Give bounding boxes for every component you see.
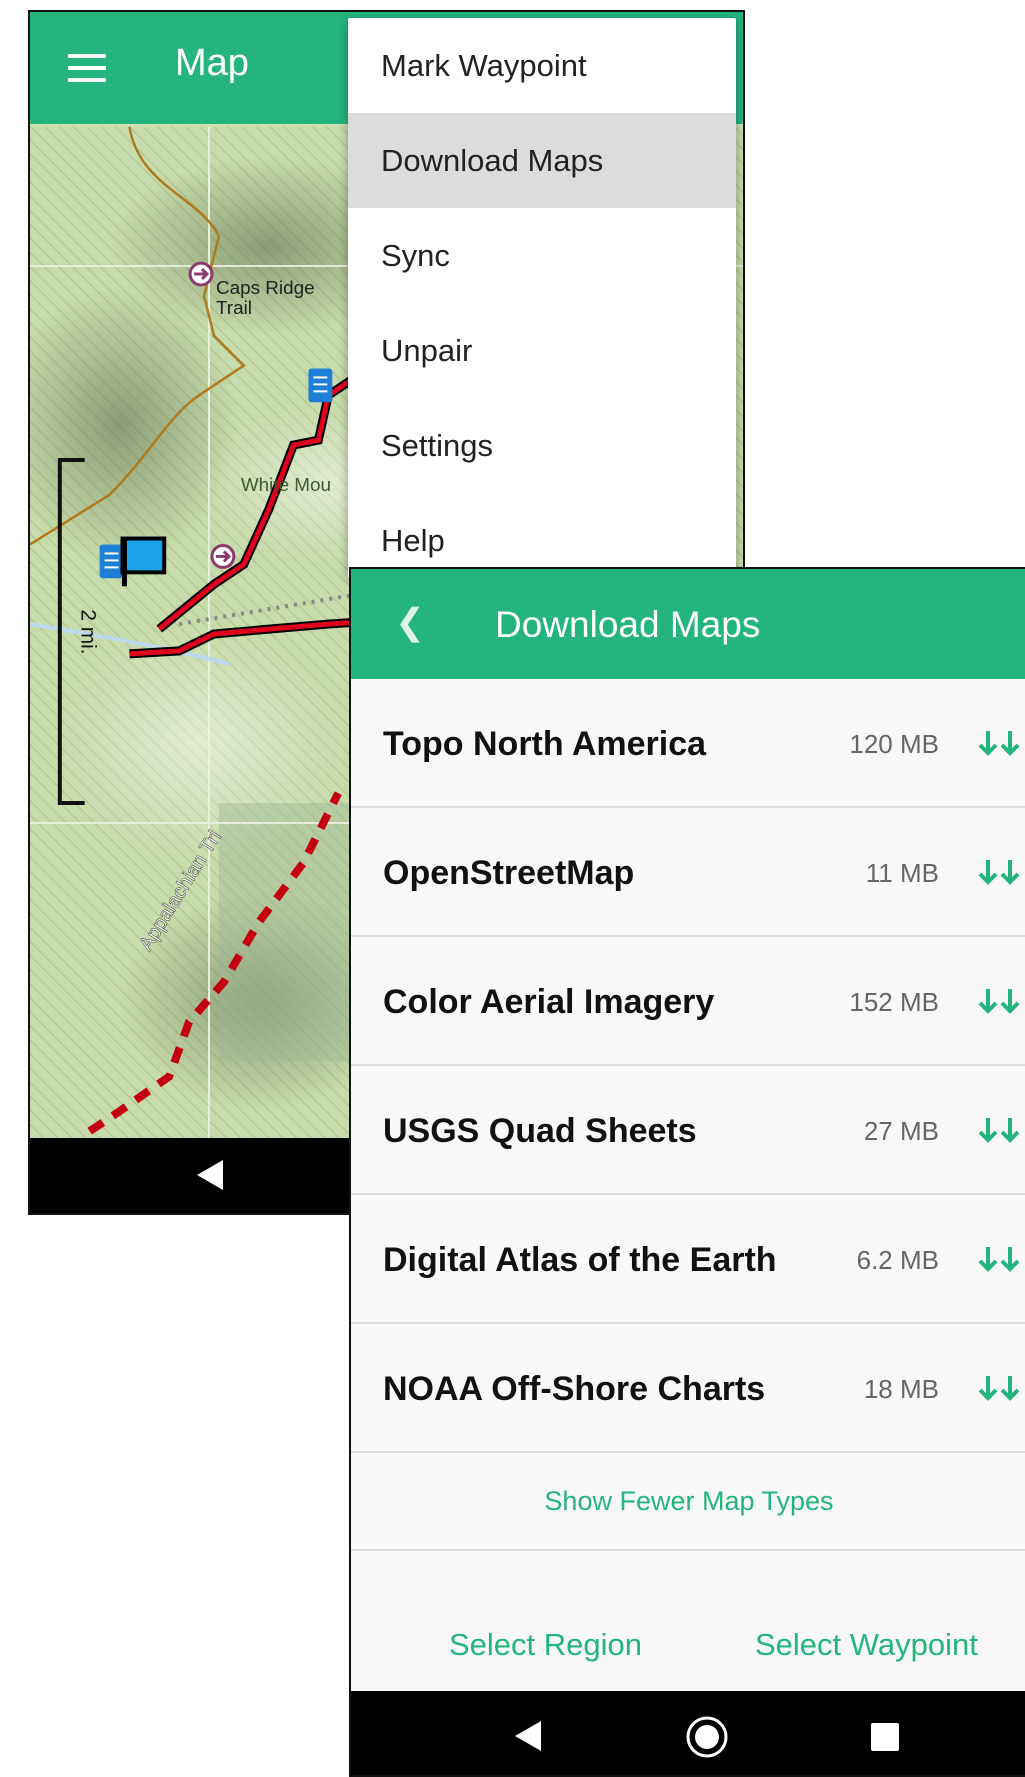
system-nav-bar bbox=[351, 1691, 1025, 1775]
map-type-list: Topo North America 120 MB OpenStreetMap … bbox=[351, 679, 1025, 1601]
map-label-white-mountain: White Mou bbox=[241, 475, 331, 496]
menu-item-help[interactable]: Help bbox=[348, 493, 736, 578]
map-type-size: 152 MB bbox=[849, 987, 939, 1017]
download-icon[interactable] bbox=[977, 1245, 1023, 1273]
trailhead-icon[interactable] bbox=[188, 261, 214, 287]
map-scale-label: 2 mi. bbox=[77, 609, 100, 654]
download-icon[interactable] bbox=[977, 729, 1023, 757]
download-icon[interactable] bbox=[977, 858, 1023, 886]
menu-item-download-maps[interactable]: Download Maps bbox=[348, 113, 736, 208]
download-app-bar: ❮ Download Maps bbox=[351, 569, 1025, 679]
map-type-row[interactable]: Digital Atlas of the Earth 6.2 MB bbox=[351, 1195, 1025, 1324]
menu-item-mark-waypoint[interactable]: Mark Waypoint bbox=[348, 18, 736, 113]
trailhead-icon[interactable] bbox=[210, 543, 236, 569]
note-marker-icon[interactable] bbox=[308, 368, 333, 403]
list-spacer bbox=[351, 1551, 1025, 1601]
map-type-row[interactable]: Topo North America 120 MB bbox=[351, 679, 1025, 808]
note-marker-icon[interactable] bbox=[99, 544, 124, 579]
bottom-action-bar: Select Region Select Waypoint bbox=[351, 1597, 1025, 1693]
map-type-row[interactable]: USGS Quad Sheets 27 MB bbox=[351, 1066, 1025, 1195]
hamburger-menu-icon[interactable] bbox=[68, 54, 106, 82]
map-type-size: 120 MB bbox=[849, 729, 939, 759]
map-type-size: 18 MB bbox=[863, 1374, 939, 1404]
map-title: Map bbox=[175, 42, 249, 84]
map-type-row[interactable]: NOAA Off-Shore Charts 18 MB bbox=[351, 1324, 1025, 1453]
map-type-row[interactable]: Color Aerial Imagery 152 MB bbox=[351, 937, 1025, 1066]
select-region-button[interactable]: Select Region bbox=[449, 1627, 642, 1663]
map-type-size: 11 MB bbox=[865, 858, 939, 888]
map-type-size: 27 MB bbox=[863, 1116, 939, 1146]
menu-item-unpair[interactable]: Unpair bbox=[348, 303, 736, 398]
map-label-caps-ridge: Caps Ridge bbox=[216, 278, 315, 299]
download-maps-screen: ❮ Download Maps Topo North America 120 M… bbox=[349, 567, 1025, 1777]
nav-back-icon[interactable] bbox=[513, 1719, 543, 1753]
menu-item-sync[interactable]: Sync bbox=[348, 208, 736, 303]
chevron-left-icon[interactable]: ❮ bbox=[395, 601, 425, 643]
map-type-name: NOAA Off-Shore Charts bbox=[383, 1370, 766, 1408]
download-icon[interactable] bbox=[977, 1116, 1023, 1144]
select-waypoint-button[interactable]: Select Waypoint bbox=[755, 1627, 978, 1663]
map-type-name: Digital Atlas of the Earth bbox=[383, 1241, 777, 1279]
page-title: Download Maps bbox=[495, 604, 761, 645]
download-icon[interactable] bbox=[977, 987, 1023, 1015]
download-icon[interactable] bbox=[977, 1374, 1023, 1402]
map-type-name: Color Aerial Imagery bbox=[383, 983, 715, 1021]
show-fewer-map-types-button[interactable]: Show Fewer Map Types bbox=[351, 1453, 1025, 1551]
nav-back-icon[interactable] bbox=[195, 1158, 225, 1192]
map-label-trail: Trail bbox=[216, 298, 252, 319]
nav-recents-icon[interactable] bbox=[870, 1722, 900, 1752]
map-type-size: 6.2 MB bbox=[856, 1245, 939, 1275]
map-type-name: OpenStreetMap bbox=[383, 854, 635, 892]
map-type-name: USGS Quad Sheets bbox=[383, 1112, 697, 1150]
nav-home-icon[interactable] bbox=[685, 1715, 729, 1759]
overflow-menu: Mark Waypoint Download Maps Sync Unpair … bbox=[348, 18, 736, 578]
menu-item-settings[interactable]: Settings bbox=[348, 398, 736, 493]
map-type-name: Topo North America bbox=[383, 725, 707, 763]
map-type-row[interactable]: OpenStreetMap 11 MB bbox=[351, 808, 1025, 937]
